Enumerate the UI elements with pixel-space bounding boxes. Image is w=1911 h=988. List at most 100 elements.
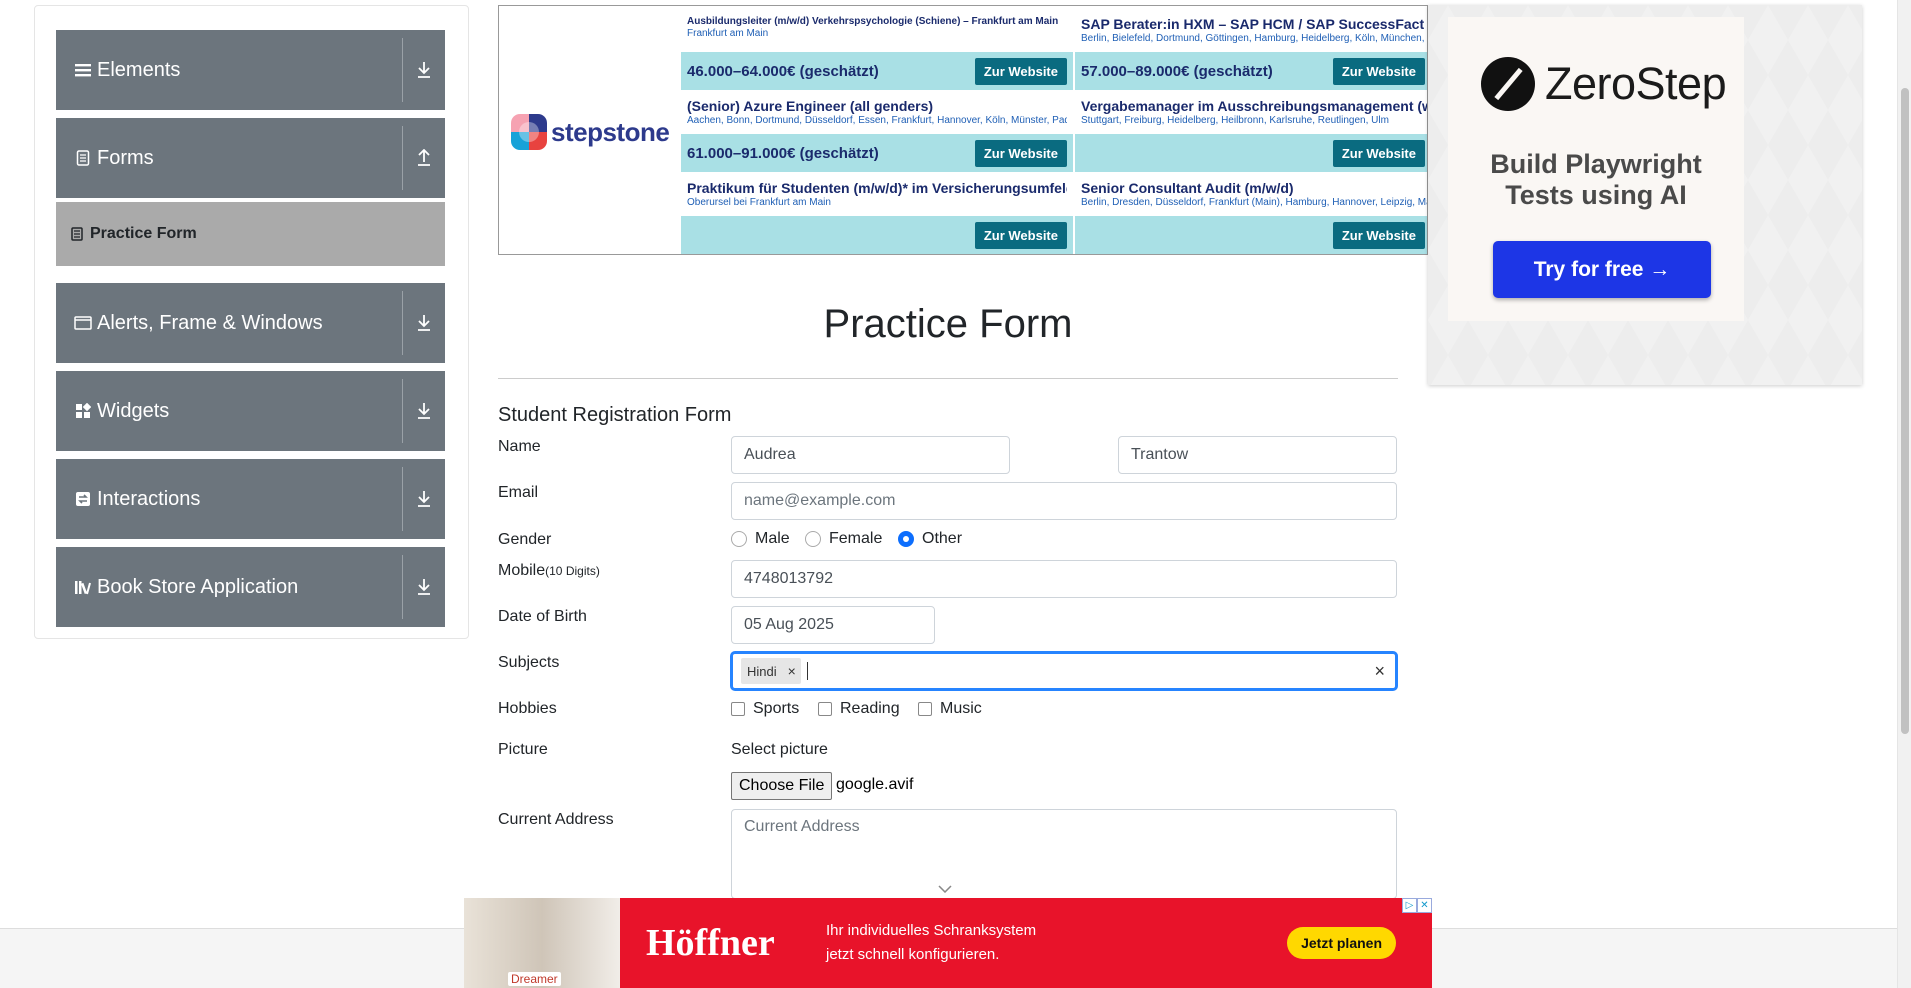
group-book-store[interactable]: Book Store Application: [56, 547, 445, 627]
checkbox[interactable]: [818, 702, 832, 716]
group-elements[interactable]: Elements: [56, 30, 445, 110]
download-icon[interactable]: [403, 490, 445, 508]
hobby-music[interactable]: Music: [918, 700, 982, 718]
job-location: Aachen, Bonn, Dortmund, Düsseldorf, Esse…: [687, 115, 1067, 126]
checkbox[interactable]: [918, 702, 932, 716]
chevron-down-icon[interactable]: [938, 880, 952, 896]
group-label: Widgets: [97, 399, 170, 422]
hoffner-line-2: jetzt schnell konfigurieren.: [826, 946, 1000, 963]
job-website-button[interactable]: Zur Website: [1332, 57, 1425, 85]
job-location: Oberursel bei Frankfurt am Main: [687, 197, 831, 208]
job-title: (Senior) Azure Engineer (all genders): [687, 98, 934, 114]
zerostep-logo: ZeroStep: [1481, 57, 1727, 111]
radio-button[interactable]: [805, 531, 821, 547]
radio-button-checked[interactable]: [898, 531, 914, 547]
checkbox-label: Reading: [840, 700, 900, 717]
group-label: Interactions: [97, 487, 201, 510]
adchoices-icon[interactable]: ▷: [1402, 898, 1417, 913]
mobile-label: Mobile(10 Digits): [498, 562, 600, 580]
job-card[interactable]: Vergabemanager im Ausschreibungsmanageme…: [1075, 92, 1427, 172]
download-icon[interactable]: [403, 578, 445, 596]
group-interactions[interactable]: Interactions: [56, 459, 445, 539]
hoffner-text: Ihr individuelles Schranksystem jetzt sc…: [826, 919, 1287, 967]
job-title: Praktikum für Studenten (m/w/d)* im Vers…: [687, 180, 1067, 196]
job-card[interactable]: Senior Consultant Audit (m/w/d) Berlin, D…: [1075, 174, 1427, 254]
job-website-button[interactable]: Zur Website: [974, 139, 1067, 167]
hoffner-ad[interactable]: Dreamer Höffner Ihr individuelles Schran…: [464, 898, 1432, 988]
gender-radio-female[interactable]: Female: [805, 530, 882, 548]
upload-icon[interactable]: [403, 149, 445, 167]
select-picture-label: Select picture: [731, 741, 828, 758]
current-address-input[interactable]: Current Address: [731, 809, 1397, 899]
form-icon: [71, 227, 83, 241]
ad-choices[interactable]: ▷ ✕: [1402, 898, 1432, 913]
hobbies-label: Hobbies: [498, 700, 557, 717]
job-title: Senior Consultant Audit (m/w/d): [1081, 180, 1294, 196]
try-for-free-button[interactable]: Try for free →: [1493, 241, 1711, 298]
subject-chip-label: Hindi: [747, 663, 777, 679]
page-title: Practice Form: [823, 302, 1073, 346]
job-website-button[interactable]: Zur Website: [974, 221, 1067, 249]
left-sidebar: Elements Forms Practice Form Alerts, Fra…: [34, 5, 469, 639]
mobile-label-text: Mobile: [498, 562, 546, 579]
date-of-birth-input[interactable]: 05 Aug 2025: [731, 606, 935, 644]
job-salary: 46.000–64.000€ (geschätzt): [687, 62, 879, 80]
group-label: Book Store Application: [97, 575, 299, 598]
hobby-reading[interactable]: Reading: [818, 700, 900, 718]
group-alerts[interactable]: Alerts, Frame & Windows: [56, 283, 445, 363]
stepstone-ad[interactable]: stepstone Ausbildungsleiter (m/w/d) Verk…: [498, 5, 1428, 255]
subjects-label: Subjects: [498, 654, 560, 671]
chip-remove-icon[interactable]: ×: [783, 663, 801, 679]
close-icon[interactable]: ✕: [1417, 898, 1432, 913]
zerostep-tagline: Build Playwright Tests using AI: [1490, 149, 1702, 210]
zerostep-logo-icon: [1481, 57, 1535, 111]
job-card[interactable]: Ausbildungsleiter (m/w/d) Verkehrspsycho…: [681, 10, 1073, 90]
radio-button[interactable]: [731, 531, 747, 547]
gender-radio-other[interactable]: Other: [898, 530, 962, 548]
stepstone-brand: stepstone: [551, 116, 670, 147]
divider: [498, 378, 1398, 379]
job-card[interactable]: SAP Berater:in HXM – SAP HCM / SAP Succe…: [1075, 10, 1427, 90]
jetzt-planen-button[interactable]: Jetzt planen: [1287, 927, 1396, 959]
job-card[interactable]: (Senior) Azure Engineer (all genders) Aac…: [681, 92, 1073, 172]
books-icon: [73, 579, 93, 595]
window-icon: [73, 315, 93, 331]
file-name: google.avif: [836, 776, 914, 793]
job-website-button[interactable]: Zur Website: [974, 57, 1067, 85]
job-salary: 61.000–91.000€ (geschätzt): [687, 144, 879, 162]
email-label: Email: [498, 484, 539, 501]
zerostep-brand: ZeroStep: [1545, 58, 1727, 109]
radio-label: Female: [829, 530, 883, 547]
zerostep-card: ZeroStep Build Playwright Tests using AI…: [1448, 17, 1744, 321]
page: Elements Forms Practice Form Alerts, Fra…: [0, 0, 1911, 988]
hobby-sports[interactable]: Sports: [731, 700, 799, 718]
choose-file-button[interactable]: Choose File: [731, 772, 833, 800]
ad-photo: Dreamer: [464, 898, 620, 988]
first-name-input[interactable]: Audrea: [731, 436, 1010, 474]
radio-label: Other: [922, 530, 963, 547]
job-title: SAP Berater:in HXM – SAP HCM / SAP Succe…: [1081, 16, 1425, 32]
job-card[interactable]: Praktikum für Studenten (m/w/d)* im Vers…: [681, 174, 1073, 254]
zerostep-ad[interactable]: ZeroStep Build Playwright Tests using AI…: [1428, 5, 1862, 385]
text-cursor: [806, 662, 808, 680]
interactions-icon: [73, 491, 93, 507]
email-input[interactable]: name@example.com: [731, 482, 1397, 520]
group-widgets[interactable]: Widgets: [56, 371, 445, 451]
download-icon[interactable]: [403, 314, 445, 332]
scrollbar[interactable]: [1897, 0, 1911, 988]
download-icon[interactable]: [403, 61, 445, 79]
mobile-input[interactable]: 4748013792: [731, 560, 1397, 598]
gender-radio-male[interactable]: Male: [731, 530, 790, 548]
last-name-input[interactable]: Trantow: [1118, 436, 1397, 474]
job-website-button[interactable]: Zur Website: [1332, 221, 1425, 249]
subjects-input[interactable]: Hindi × ×: [731, 652, 1397, 690]
clear-icon[interactable]: ×: [1374, 661, 1385, 682]
checkbox[interactable]: [731, 702, 745, 716]
sidebar-item-practice-form[interactable]: Practice Form: [56, 202, 445, 266]
scrollbar-thumb[interactable]: [1901, 88, 1909, 734]
job-website-button[interactable]: Zur Website: [1332, 139, 1425, 167]
group-forms[interactable]: Forms: [56, 118, 445, 198]
download-icon[interactable]: [403, 402, 445, 420]
sidebar-item-label: Practice Form: [90, 225, 197, 242]
gender-label: Gender: [498, 531, 552, 548]
